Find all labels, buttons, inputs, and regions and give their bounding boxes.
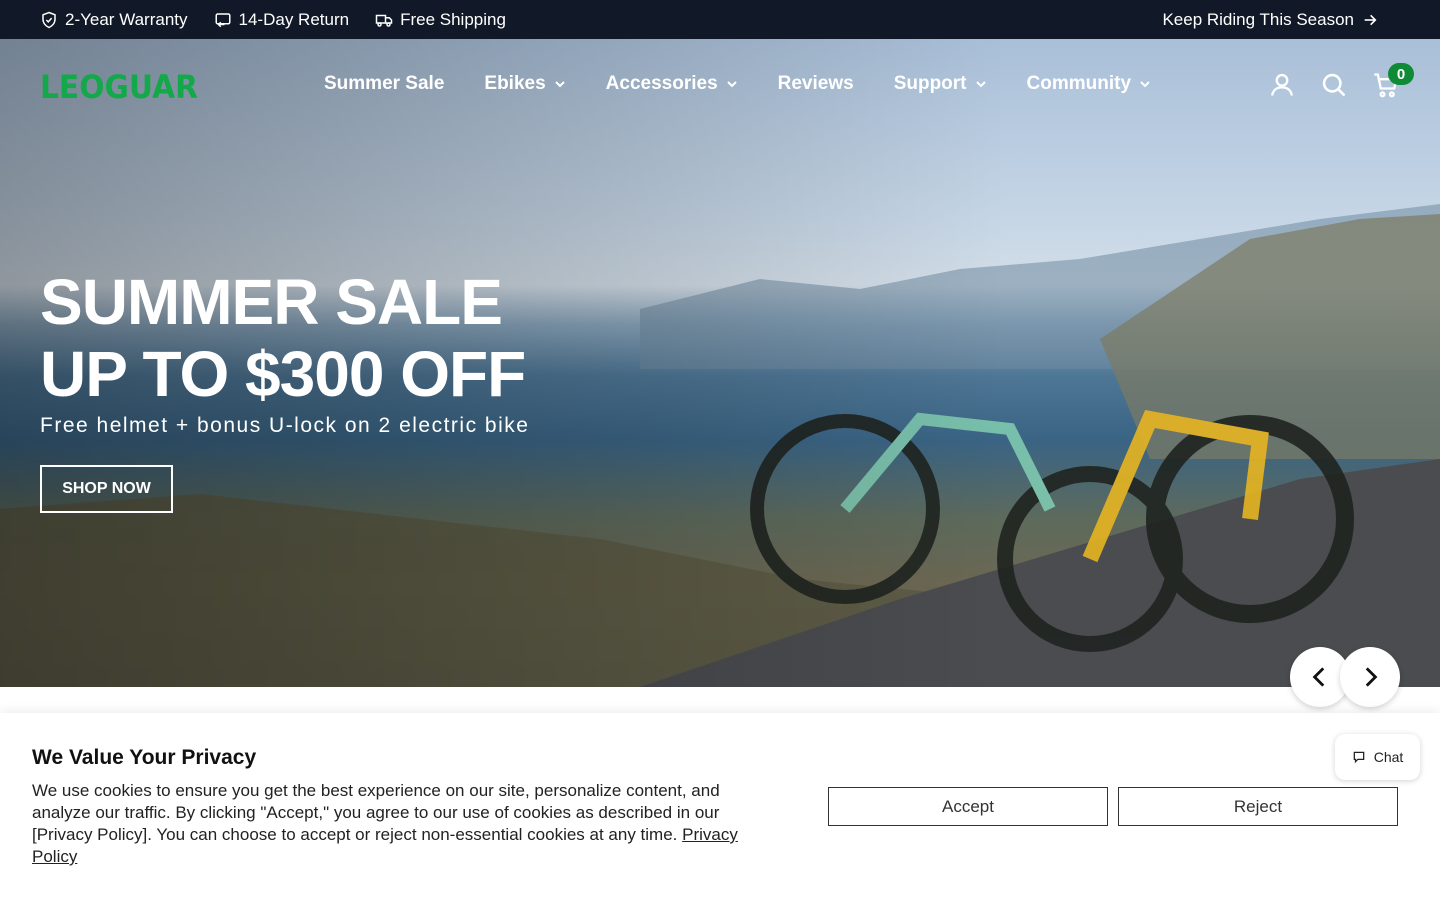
perk-return: 14-Day Return (214, 9, 350, 30)
user-icon (1270, 73, 1294, 96)
hero-subtitle: Free helmet + bonus U-lock on 2 electric… (40, 414, 530, 437)
account-button[interactable] (1268, 71, 1296, 99)
hero-title-line2: UP TO $300 OFF (40, 338, 526, 410)
brand-logo[interactable]: LEOGUAR (40, 69, 200, 101)
perk-label: 14-Day Return (238, 9, 350, 29)
nav-accessories[interactable]: Accessories (606, 73, 738, 95)
truck-icon (375, 14, 393, 27)
perk-warranty: 2-Year Warranty (40, 10, 188, 30)
cookie-title: We Value Your Privacy (32, 746, 257, 769)
nav-label: Ebikes (484, 73, 546, 94)
hero-title-line1: SUMMER SALE (40, 266, 503, 338)
cart-button[interactable]: 0 (1372, 63, 1414, 99)
chat-button[interactable]: Chat (1335, 734, 1420, 780)
nav-summer-sale[interactable]: Summer Sale (324, 73, 444, 95)
nav-label: Community (1026, 73, 1132, 94)
chevron-right-icon (1365, 667, 1378, 687)
cookie-description: We use cookies to ensure you get the bes… (32, 781, 720, 844)
cookie-text: We use cookies to ensure you get the bes… (32, 780, 762, 868)
nav-label: Accessories (605, 73, 718, 94)
perk-shipping: Free Shipping (375, 10, 506, 30)
chevron-down-icon (726, 81, 737, 88)
search-icon (1322, 73, 1346, 97)
nav-community[interactable]: Community (1027, 73, 1152, 95)
main-nav: Summer Sale Ebikes Accessories Reviews S… (324, 73, 1151, 95)
search-button[interactable] (1320, 71, 1348, 99)
nav-ebikes[interactable]: Ebikes (484, 73, 565, 95)
slide-next-button[interactable] (1340, 647, 1400, 707)
cart-count-badge: 0 (1388, 63, 1414, 85)
chevron-left-icon (1312, 667, 1325, 687)
perk-label: Free Shipping (400, 9, 506, 29)
promo-label: Keep Riding This Season (1162, 9, 1354, 29)
chevron-down-icon (554, 81, 565, 88)
promo-link[interactable]: Keep Riding This Season (1162, 10, 1378, 30)
arrow-right-icon (1364, 14, 1377, 25)
nav-label: Support (893, 73, 967, 94)
nav-reviews[interactable]: Reviews (778, 73, 854, 95)
cookie-banner: We Value Your Privacy We use cookies to … (0, 713, 1440, 900)
shield-check-icon (42, 11, 56, 28)
announcement-bar: 2-Year Warranty 14-Day Return Free Shipp… (0, 0, 1440, 39)
nav-label: Reviews (777, 73, 854, 94)
accept-button[interactable]: Accept (828, 787, 1108, 826)
nav-support[interactable]: Support (894, 73, 987, 95)
hero-title: SUMMER SALE UP TO $300 OFF (40, 266, 526, 410)
perk-label: 2-Year Warranty (65, 9, 188, 29)
chat-bubble-icon (1353, 751, 1365, 764)
chevron-down-icon (1140, 81, 1150, 88)
header-icons: 0 (1268, 63, 1414, 99)
reject-button[interactable]: Reject (1118, 787, 1398, 826)
chat-label: Chat (1373, 749, 1404, 765)
logo-text: LEOGUAR (40, 69, 198, 101)
return-icon (215, 12, 231, 27)
chevron-down-icon (975, 81, 986, 88)
nav-label: Summer Sale (324, 73, 445, 94)
shop-now-button[interactable]: SHOP NOW (40, 465, 173, 513)
